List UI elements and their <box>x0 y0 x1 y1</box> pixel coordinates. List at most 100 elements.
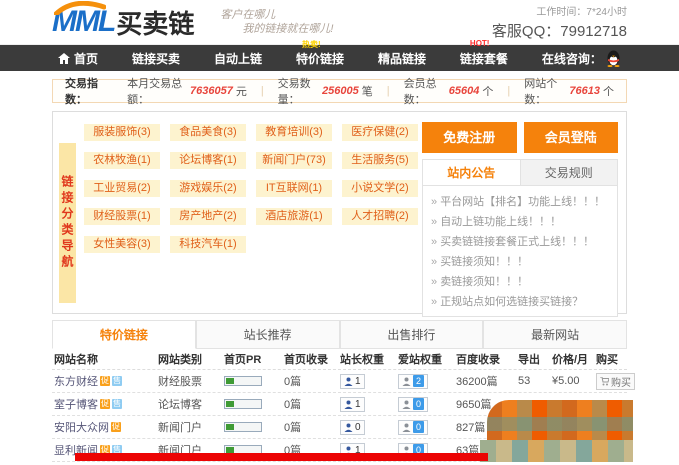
tab-webmaster-recommend[interactable]: 站长推荐 <box>196 320 340 349</box>
divider: | <box>261 85 264 97</box>
nav-label: 特价链接 <box>296 50 344 67</box>
nav-item-auto-link[interactable]: 自动上链 <box>214 50 262 67</box>
main-panel: 链接分类导航 服装服饰(3) 食品美食(3) 教育培训(3) 医疗保健(2) 农… <box>52 111 627 314</box>
category-agriculture[interactable]: 农林牧渔(1) <box>84 152 160 169</box>
logo-cn-text: 买卖链 <box>116 11 194 37</box>
table-row: 东方财经 促 售 财经股票 0篇 1 2 36200篇 53 ¥5.00 购买 <box>52 370 627 393</box>
category-news-portal[interactable]: 新闻门户(73) <box>256 152 332 169</box>
notice-list: 平台网站【排名】功能上线！！！ 自动上链功能上线！！！ 买卖链链接套餐正式上线！… <box>423 186 617 316</box>
sale-badge: 售 <box>112 376 122 386</box>
site-name-link[interactable]: 安阳大众网 <box>54 419 109 435</box>
tab-trade-rules[interactable]: 交易规则 <box>521 160 618 185</box>
site-name-link[interactable]: 东方财经 <box>54 373 98 389</box>
notice-item[interactable]: 平台网站【排名】功能上线！！！ <box>431 192 609 212</box>
category-forum-blog[interactable]: 论坛博客(1) <box>170 152 246 169</box>
nav-label: 自动上链 <box>214 50 262 67</box>
category-real-estate[interactable]: 房产地产(2) <box>170 208 246 225</box>
notice-item[interactable]: 买卖链链接套餐正式上线！！！ <box>431 232 609 252</box>
site-logo[interactable]: MML 买卖链 <box>52 7 194 37</box>
category-beauty[interactable]: 女性美容(3) <box>84 236 160 253</box>
category-food[interactable]: 食品美食(3) <box>170 124 246 141</box>
category-tech-auto[interactable]: 科技汽车(1) <box>170 236 246 253</box>
category-it-internet[interactable]: IT互联网(1) <box>256 180 332 197</box>
stat-member-count: 会员总数：65604个 <box>404 75 494 107</box>
tab-sales-ranking[interactable]: 出售排行 <box>340 320 484 349</box>
nav-item-premium-links[interactable]: 精品链接 <box>378 50 426 67</box>
site-category: 新闻门户 <box>156 419 222 435</box>
divider: | <box>507 85 510 97</box>
navbar: 首页 链接买卖 自动上链 热卖! 特价链接 精品链接 HOT! 链接套餐 在线咨… <box>0 45 679 71</box>
pr-meter <box>224 422 262 432</box>
nav-item-link-packages[interactable]: HOT! 链接套餐 <box>460 50 508 67</box>
tab-newest-sites[interactable]: 最新网站 <box>483 320 627 349</box>
category-finance-stock[interactable]: 财经股票(1) <box>84 208 160 225</box>
category-industry-trade[interactable]: 工业贸易(2) <box>84 180 160 197</box>
nav-label: 链接套餐 <box>460 50 508 67</box>
table-header: 网站名称 网站类别 首页PR 首页收录 站长权重 爱站权重 百度收录 导出 价格… <box>52 349 627 370</box>
person-icon <box>344 400 353 409</box>
nav-item-link-trade[interactable]: 链接买卖 <box>132 50 180 67</box>
stat-trade-count: 交易数量：256005笔 <box>278 75 373 107</box>
register-button[interactable]: 免费注册 <box>422 122 517 153</box>
qq-penguin-icon <box>606 50 621 67</box>
login-button[interactable]: 会员登陆 <box>524 122 619 153</box>
col-home-pr: 首页PR <box>222 351 282 367</box>
promo-badge: 促 <box>100 399 110 409</box>
site-category: 财经股票 <box>156 373 222 389</box>
home-index-count: 0篇 <box>282 419 338 435</box>
nav-label: 链接买卖 <box>132 50 180 67</box>
home-index-count: 0篇 <box>282 373 338 389</box>
censored-mosaic-overlay <box>480 440 633 462</box>
aizhan-weight-badge: 0 <box>398 397 428 412</box>
notice-item[interactable]: 自动上链功能上线！！！ <box>431 212 609 232</box>
tab-special-links[interactable]: 特价链接 <box>52 320 196 349</box>
col-price: 价格/月 <box>550 351 594 367</box>
category-education[interactable]: 教育培训(3) <box>256 124 332 141</box>
stat-site-count: 网站个数：76613个 <box>524 75 614 107</box>
buy-button[interactable]: 购买 <box>596 373 635 390</box>
person-icon <box>344 377 353 386</box>
chinaz-weight-badge: 1 <box>340 374 365 389</box>
col-out-links: 导出 <box>516 351 550 367</box>
nav-item-home[interactable]: 首页 <box>58 50 98 67</box>
nav-item-special-links[interactable]: 热卖! 特价链接 <box>296 50 344 67</box>
header: MML 买卖链 客户在哪儿 我的链接就在哪儿! 工作时间：7*24小时 客服QQ… <box>0 0 679 45</box>
divider: | <box>387 85 390 97</box>
tab-site-notice[interactable]: 站内公告 <box>423 160 521 185</box>
nav-item-online-consult[interactable]: 在线咨询： <box>542 50 621 67</box>
hot-sale-badge: 热卖! <box>302 39 321 50</box>
category-medical[interactable]: 医疗保健(2) <box>342 124 418 141</box>
person-icon <box>402 377 411 386</box>
col-category: 网站类别 <box>156 351 222 367</box>
notice-item[interactable]: 卖链接须知！！！ <box>431 272 609 292</box>
category-novel-literature[interactable]: 小说文学(2) <box>342 180 418 197</box>
person-icon <box>402 400 411 409</box>
stats-label: 交易指数： <box>65 75 113 107</box>
aizhan-weight-badge: 0 <box>398 420 428 435</box>
trade-stats-bar: 交易指数： 本月交易总额：7636057元 | 交易数量：256005笔 | 会… <box>52 79 627 103</box>
tagline: 客户在哪儿 我的链接就在哪儿! <box>220 8 333 36</box>
category-life-service[interactable]: 生活服务(5) <box>342 152 418 169</box>
tagline-line1: 客户在哪儿 <box>220 8 333 22</box>
home-icon <box>58 53 70 64</box>
work-time: 工作时间：7*24小时 <box>492 3 627 18</box>
category-recruitment[interactable]: 人才招聘(2) <box>342 208 418 225</box>
notice-item[interactable]: 买链接须知！！！ <box>431 252 609 272</box>
category-clothing[interactable]: 服装服饰(3) <box>84 124 160 141</box>
person-icon <box>402 423 411 432</box>
col-site-name: 网站名称 <box>52 351 156 367</box>
notice-box: 站内公告 交易规则 平台网站【排名】功能上线！！！ 自动上链功能上线！！！ 买卖… <box>422 159 618 317</box>
site-name-link[interactable]: 室子博客 <box>54 396 98 412</box>
category-game-entertainment[interactable]: 游戏娱乐(2) <box>170 180 246 197</box>
category-hotel-travel[interactable]: 酒店旅游(1) <box>256 208 332 225</box>
nav-label: 在线咨询： <box>542 50 602 67</box>
service-qq: 客服QQ：79912718 <box>492 20 627 41</box>
notice-item[interactable]: 正规站点如何选链接买链接？ <box>431 292 609 312</box>
chinaz-weight-badge: 1 <box>340 397 365 412</box>
red-highlight-bar <box>75 453 488 461</box>
site-category: 论坛博客 <box>156 396 222 412</box>
col-buy: 购买 <box>594 351 627 367</box>
tagline-line2: 我的链接就在哪儿! <box>242 22 333 36</box>
baidu-index-count: 36200篇 <box>454 373 516 389</box>
pr-meter <box>224 376 262 386</box>
